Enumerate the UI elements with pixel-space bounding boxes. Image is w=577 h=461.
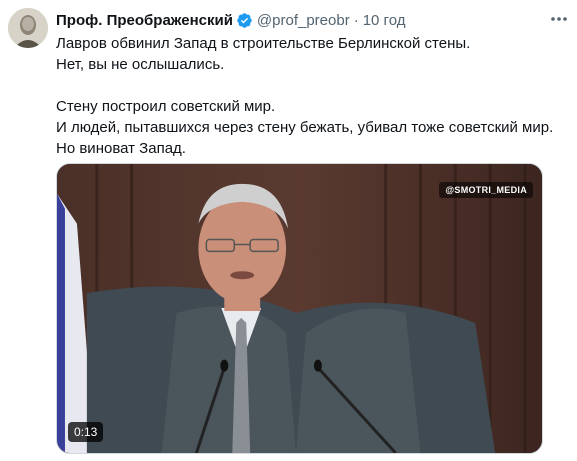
video-frame [57, 164, 542, 453]
author-name[interactable]: Проф. Преображенский [56, 12, 233, 29]
video-duration-badge: 0:13 [68, 422, 104, 442]
tweet-timestamp[interactable]: 10 год [363, 12, 406, 29]
more-dots-icon[interactable] [549, 12, 569, 26]
avatar-portrait [8, 8, 48, 48]
video-watermark: @SMOTRI_MEDIA [439, 182, 533, 198]
video-player[interactable]: @SMOTRI_MEDIA 0:13 [56, 163, 543, 454]
author-handle[interactable]: @prof_preobr [257, 12, 350, 29]
author-avatar[interactable] [8, 8, 48, 48]
tweet-line: Но виноват Запад. [56, 140, 186, 157]
separator-dot: · [353, 11, 359, 29]
tweet-line: Стену построил советский мир. [56, 98, 276, 115]
verified-badge-icon [237, 12, 252, 28]
tweet-line: Лавров обвинил Запад в строительстве Бер… [56, 35, 471, 52]
tweet-line: И людей, пытавшихся через стену бежать, … [56, 119, 554, 136]
tweet-header: Проф. Преображенский @prof_preobr · 10 г… [56, 9, 537, 31]
tweet-line: Нет, вы не ослышались. [56, 56, 225, 73]
tweet-text: Лавров обвинил Запад в строительстве Бер… [56, 33, 566, 159]
